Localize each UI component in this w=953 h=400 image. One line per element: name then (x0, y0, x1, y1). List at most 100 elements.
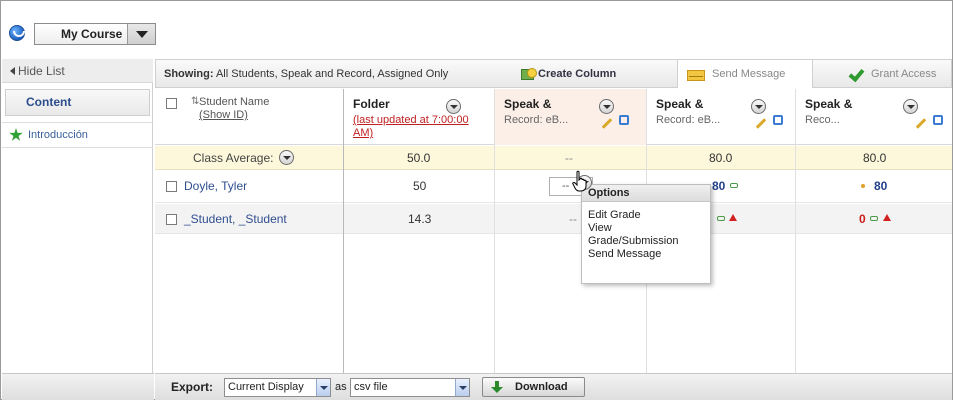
header-speak-3: Speak & Reco... (796, 89, 952, 145)
grade-folder[interactable]: 14.3 (408, 212, 431, 226)
column-divider (343, 89, 344, 375)
send-message-label: Send Message (712, 68, 786, 80)
status-dot (861, 184, 865, 188)
speak-3-options-icon[interactable] (903, 99, 918, 114)
top-bar: My Course (1, 1, 952, 48)
gradebook-grid: ⇅ Student Name (Show ID) Folder (last up… (155, 89, 952, 375)
left-panel: Hide List Content Introducción (2, 59, 153, 375)
average-speak-2: 80.0 (709, 151, 733, 165)
folder-header-title[interactable]: Folder (353, 97, 390, 111)
create-column-button[interactable]: Create Column (521, 60, 616, 89)
row-checkbox[interactable] (166, 214, 177, 225)
create-column-label: Create Column (538, 68, 617, 80)
header-speak-1: Speak & Record: eB... (495, 89, 646, 145)
table-row: _Student, _Student 14.3 -- 0 0 (155, 204, 952, 234)
tab-content[interactable]: Content (5, 89, 150, 116)
average-folder: 50.0 (407, 151, 431, 165)
globe-home-icon[interactable] (9, 25, 25, 41)
submission-icon[interactable] (870, 216, 878, 221)
options-popup: Options Edit Grade View Grade/Submission… (581, 184, 711, 284)
header-student-name: ⇅ Student Name (Show ID) (155, 89, 343, 145)
header-folder: Folder (last updated at 7:00:00 AM) (344, 89, 494, 145)
options-popup-title: Options (582, 185, 710, 202)
download-arrow-icon (491, 381, 503, 393)
chevron-down-icon[interactable] (455, 379, 469, 396)
showing-value: All Students, Speak and Record, Assigned… (215, 68, 449, 80)
chevron-down-icon[interactable] (127, 24, 155, 44)
pencil-icon[interactable] (601, 118, 613, 129)
export-format-value: csv file (354, 381, 388, 393)
grant-access-label: Grant Access (871, 68, 937, 80)
as-label: as (335, 381, 347, 393)
course-selector-label: My Course (61, 27, 123, 41)
export-label: Export: (171, 380, 213, 394)
speak-2-subtitle: Record: eB... (656, 114, 721, 126)
speak-1-subtitle: Record: eB... (504, 114, 569, 126)
export-footer: Export: Current Display as csv file Down… (155, 373, 952, 400)
average-speak-1: -- (565, 151, 573, 165)
pencil-icon[interactable] (755, 118, 767, 129)
alert-triangle-icon (883, 214, 891, 221)
select-all-checkbox[interactable] (166, 98, 177, 109)
alert-triangle-icon (729, 214, 737, 221)
grant-access-button[interactable]: Grant Access (848, 60, 937, 89)
pencil-icon[interactable] (915, 118, 927, 129)
download-label: Download (515, 381, 568, 393)
speak-2-title[interactable]: Speak & (656, 97, 703, 111)
grade-speak-3[interactable]: 80 (874, 179, 887, 193)
folder-last-updated-link[interactable]: (last updated at 7:00:00 AM) (353, 114, 488, 140)
speak-3-subtitle: Reco... (805, 114, 840, 126)
star-icon (9, 128, 23, 141)
envelope-icon (687, 70, 705, 81)
gradebook-toolbar: Showing: All Students, Speak and Record,… (155, 59, 952, 88)
student-name-link[interactable]: _Student, _Student (184, 212, 287, 226)
row-checkbox[interactable] (166, 181, 177, 192)
showing-filter: Showing: All Students, Speak and Record,… (164, 60, 448, 89)
calendar-icon[interactable] (619, 115, 629, 125)
speak-2-options-icon[interactable] (751, 99, 766, 114)
calendar-icon[interactable] (773, 115, 783, 125)
speak-3-title[interactable]: Speak & (805, 97, 852, 111)
create-column-icon (521, 68, 537, 80)
column-divider (494, 89, 495, 375)
class-average-options-icon[interactable] (279, 150, 294, 165)
speak-1-options-icon[interactable] (599, 99, 614, 114)
column-divider (795, 89, 796, 375)
gradebook-window: My Course Hide List Content Introducción… (0, 0, 953, 400)
tab-content-label: Content (26, 95, 72, 109)
class-average-label: Class Average: (193, 151, 274, 165)
student-name-header[interactable]: Student Name (199, 96, 269, 108)
submission-icon[interactable] (730, 183, 738, 188)
class-average-row: Class Average: 50.0 -- 80.0 80.0 (155, 146, 952, 170)
grade-folder[interactable]: 50 (413, 179, 426, 193)
checkmark-icon (848, 65, 865, 83)
grade-speak-1[interactable]: -- (569, 212, 577, 226)
content-item-label: Introducción (28, 129, 88, 141)
course-selector[interactable]: My Course (34, 23, 156, 45)
hide-list-button[interactable]: Hide List (2, 59, 153, 83)
folder-options-icon[interactable] (446, 99, 461, 114)
export-display-select[interactable]: Current Display (224, 378, 331, 397)
student-name-link[interactable]: Doyle, Tyler (184, 179, 247, 193)
content-item-introduccion[interactable]: Introducción (2, 122, 153, 148)
download-button[interactable]: Download (482, 377, 585, 397)
hand-cursor-icon (572, 170, 587, 192)
submission-icon[interactable] (717, 216, 725, 221)
showing-label: Showing: (164, 68, 214, 80)
grade-cell-value: -- (562, 180, 570, 192)
chevron-down-icon[interactable] (316, 379, 330, 396)
grade-speak-2[interactable]: 80 (712, 179, 725, 193)
menu-item-edit-grade[interactable]: Edit Grade (588, 209, 641, 221)
show-id-link[interactable]: (Show ID) (199, 109, 248, 121)
menu-item-grade-submission[interactable]: Grade/Submission (588, 235, 679, 247)
grade-speak-3[interactable]: 0 (859, 212, 866, 226)
triangle-left-icon (10, 67, 15, 75)
average-speak-3: 80.0 (863, 151, 887, 165)
export-format-select[interactable]: csv file (350, 378, 470, 397)
speak-1-title[interactable]: Speak & (504, 97, 551, 111)
menu-item-view[interactable]: View (588, 222, 612, 234)
footer-left-spacer (2, 373, 154, 400)
send-message-button[interactable]: Send Message (687, 60, 785, 89)
menu-item-send-message[interactable]: Send Message (588, 248, 661, 260)
calendar-icon[interactable] (933, 115, 943, 125)
